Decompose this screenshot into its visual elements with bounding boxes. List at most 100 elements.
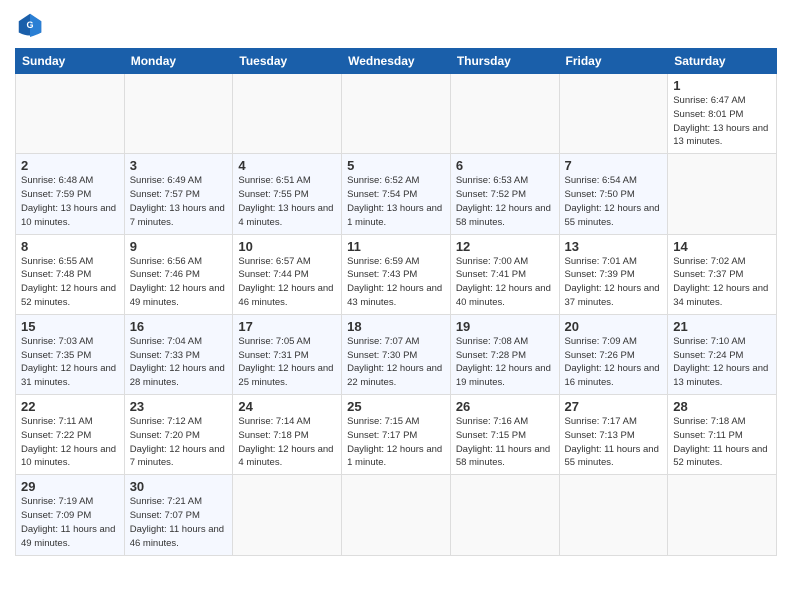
header-cell-saturday: Saturday <box>668 49 777 74</box>
day-number: 28 <box>673 399 771 414</box>
day-number: 24 <box>238 399 336 414</box>
calendar-cell: 17 Sunrise: 7:05 AMSunset: 7:31 PMDaylig… <box>233 314 342 394</box>
header-cell-sunday: Sunday <box>16 49 125 74</box>
calendar-cell: 19 Sunrise: 7:08 AMSunset: 7:28 PMDaylig… <box>450 314 559 394</box>
day-number: 2 <box>21 158 119 173</box>
day-detail: Sunrise: 7:10 AMSunset: 7:24 PMDaylight:… <box>673 336 768 388</box>
day-detail: Sunrise: 7:17 AMSunset: 7:13 PMDaylight:… <box>565 416 659 468</box>
day-detail: Sunrise: 6:53 AMSunset: 7:52 PMDaylight:… <box>456 175 551 227</box>
calendar-cell: 22 Sunrise: 7:11 AMSunset: 7:22 PMDaylig… <box>16 395 125 475</box>
day-detail: Sunrise: 7:00 AMSunset: 7:41 PMDaylight:… <box>456 256 551 308</box>
day-number: 21 <box>673 319 771 334</box>
calendar-cell: 13 Sunrise: 7:01 AMSunset: 7:39 PMDaylig… <box>559 234 668 314</box>
day-detail: Sunrise: 6:52 AMSunset: 7:54 PMDaylight:… <box>347 175 442 227</box>
calendar-cell: 15 Sunrise: 7:03 AMSunset: 7:35 PMDaylig… <box>16 314 125 394</box>
day-number: 10 <box>238 239 336 254</box>
week-row-4: 15 Sunrise: 7:03 AMSunset: 7:35 PMDaylig… <box>16 314 777 394</box>
day-number: 15 <box>21 319 119 334</box>
calendar-cell: 26 Sunrise: 7:16 AMSunset: 7:15 PMDaylig… <box>450 395 559 475</box>
day-detail: Sunrise: 7:09 AMSunset: 7:26 PMDaylight:… <box>565 336 660 388</box>
svg-text:G: G <box>26 20 33 30</box>
day-detail: Sunrise: 7:08 AMSunset: 7:28 PMDaylight:… <box>456 336 551 388</box>
week-row-3: 8 Sunrise: 6:55 AMSunset: 7:48 PMDayligh… <box>16 234 777 314</box>
calendar-header: SundayMondayTuesdayWednesdayThursdayFrid… <box>16 49 777 74</box>
calendar-cell: 4 Sunrise: 6:51 AMSunset: 7:55 PMDayligh… <box>233 154 342 234</box>
calendar-cell <box>16 74 125 154</box>
calendar-cell: 16 Sunrise: 7:04 AMSunset: 7:33 PMDaylig… <box>124 314 233 394</box>
calendar-cell: 24 Sunrise: 7:14 AMSunset: 7:18 PMDaylig… <box>233 395 342 475</box>
header-cell-thursday: Thursday <box>450 49 559 74</box>
day-number: 1 <box>673 78 771 93</box>
calendar-cell: 3 Sunrise: 6:49 AMSunset: 7:57 PMDayligh… <box>124 154 233 234</box>
calendar-cell: 21 Sunrise: 7:10 AMSunset: 7:24 PMDaylig… <box>668 314 777 394</box>
day-number: 25 <box>347 399 445 414</box>
calendar-cell <box>559 74 668 154</box>
day-number: 27 <box>565 399 663 414</box>
day-detail: Sunrise: 7:21 AMSunset: 7:07 PMDaylight:… <box>130 496 224 548</box>
logo-icon: G <box>15 10 45 40</box>
calendar-cell: 29 Sunrise: 7:19 AMSunset: 7:09 PMDaylig… <box>16 475 125 555</box>
calendar-cell: 10 Sunrise: 6:57 AMSunset: 7:44 PMDaylig… <box>233 234 342 314</box>
day-number: 9 <box>130 239 228 254</box>
day-detail: Sunrise: 7:15 AMSunset: 7:17 PMDaylight:… <box>347 416 442 468</box>
day-number: 30 <box>130 479 228 494</box>
calendar-table: SundayMondayTuesdayWednesdayThursdayFrid… <box>15 48 777 556</box>
calendar-cell: 30 Sunrise: 7:21 AMSunset: 7:07 PMDaylig… <box>124 475 233 555</box>
day-detail: Sunrise: 6:48 AMSunset: 7:59 PMDaylight:… <box>21 175 116 227</box>
day-detail: Sunrise: 6:59 AMSunset: 7:43 PMDaylight:… <box>347 256 442 308</box>
header-cell-monday: Monday <box>124 49 233 74</box>
week-row-6: 29 Sunrise: 7:19 AMSunset: 7:09 PMDaylig… <box>16 475 777 555</box>
calendar-cell: 2 Sunrise: 6:48 AMSunset: 7:59 PMDayligh… <box>16 154 125 234</box>
week-row-2: 2 Sunrise: 6:48 AMSunset: 7:59 PMDayligh… <box>16 154 777 234</box>
day-detail: Sunrise: 6:51 AMSunset: 7:55 PMDaylight:… <box>238 175 333 227</box>
calendar-cell <box>450 74 559 154</box>
calendar-cell: 23 Sunrise: 7:12 AMSunset: 7:20 PMDaylig… <box>124 395 233 475</box>
day-detail: Sunrise: 7:05 AMSunset: 7:31 PMDaylight:… <box>238 336 333 388</box>
day-number: 11 <box>347 239 445 254</box>
day-number: 29 <box>21 479 119 494</box>
header-cell-friday: Friday <box>559 49 668 74</box>
day-number: 13 <box>565 239 663 254</box>
day-number: 7 <box>565 158 663 173</box>
calendar-cell: 1 Sunrise: 6:47 AMSunset: 8:01 PMDayligh… <box>668 74 777 154</box>
calendar-cell: 8 Sunrise: 6:55 AMSunset: 7:48 PMDayligh… <box>16 234 125 314</box>
calendar-cell: 6 Sunrise: 6:53 AMSunset: 7:52 PMDayligh… <box>450 154 559 234</box>
header-cell-tuesday: Tuesday <box>233 49 342 74</box>
calendar-cell: 11 Sunrise: 6:59 AMSunset: 7:43 PMDaylig… <box>342 234 451 314</box>
day-number: 3 <box>130 158 228 173</box>
calendar-cell: 5 Sunrise: 6:52 AMSunset: 7:54 PMDayligh… <box>342 154 451 234</box>
day-number: 8 <box>21 239 119 254</box>
day-detail: Sunrise: 7:07 AMSunset: 7:30 PMDaylight:… <box>347 336 442 388</box>
calendar-cell <box>342 475 451 555</box>
day-detail: Sunrise: 7:16 AMSunset: 7:15 PMDaylight:… <box>456 416 550 468</box>
calendar-cell: 27 Sunrise: 7:17 AMSunset: 7:13 PMDaylig… <box>559 395 668 475</box>
calendar-cell: 9 Sunrise: 6:56 AMSunset: 7:46 PMDayligh… <box>124 234 233 314</box>
calendar-cell <box>233 475 342 555</box>
calendar-cell <box>233 74 342 154</box>
day-number: 20 <box>565 319 663 334</box>
calendar-cell: 14 Sunrise: 7:02 AMSunset: 7:37 PMDaylig… <box>668 234 777 314</box>
page-container: G SundayMondayTuesdayWednesdayThursdayFr… <box>0 0 792 566</box>
day-number: 26 <box>456 399 554 414</box>
day-number: 5 <box>347 158 445 173</box>
calendar-cell <box>668 475 777 555</box>
calendar-body: 1 Sunrise: 6:47 AMSunset: 8:01 PMDayligh… <box>16 74 777 556</box>
day-number: 14 <box>673 239 771 254</box>
calendar-cell: 25 Sunrise: 7:15 AMSunset: 7:17 PMDaylig… <box>342 395 451 475</box>
day-detail: Sunrise: 7:18 AMSunset: 7:11 PMDaylight:… <box>673 416 767 468</box>
day-number: 17 <box>238 319 336 334</box>
day-detail: Sunrise: 7:03 AMSunset: 7:35 PMDaylight:… <box>21 336 116 388</box>
day-detail: Sunrise: 7:02 AMSunset: 7:37 PMDaylight:… <box>673 256 768 308</box>
day-number: 18 <box>347 319 445 334</box>
day-number: 16 <box>130 319 228 334</box>
day-detail: Sunrise: 6:49 AMSunset: 7:57 PMDaylight:… <box>130 175 225 227</box>
day-detail: Sunrise: 7:12 AMSunset: 7:20 PMDaylight:… <box>130 416 225 468</box>
day-number: 4 <box>238 158 336 173</box>
calendar-cell: 12 Sunrise: 7:00 AMSunset: 7:41 PMDaylig… <box>450 234 559 314</box>
calendar-cell: 20 Sunrise: 7:09 AMSunset: 7:26 PMDaylig… <box>559 314 668 394</box>
day-detail: Sunrise: 6:47 AMSunset: 8:01 PMDaylight:… <box>673 95 768 147</box>
day-detail: Sunrise: 7:14 AMSunset: 7:18 PMDaylight:… <box>238 416 333 468</box>
day-number: 22 <box>21 399 119 414</box>
week-row-1: 1 Sunrise: 6:47 AMSunset: 8:01 PMDayligh… <box>16 74 777 154</box>
calendar-cell: 18 Sunrise: 7:07 AMSunset: 7:30 PMDaylig… <box>342 314 451 394</box>
